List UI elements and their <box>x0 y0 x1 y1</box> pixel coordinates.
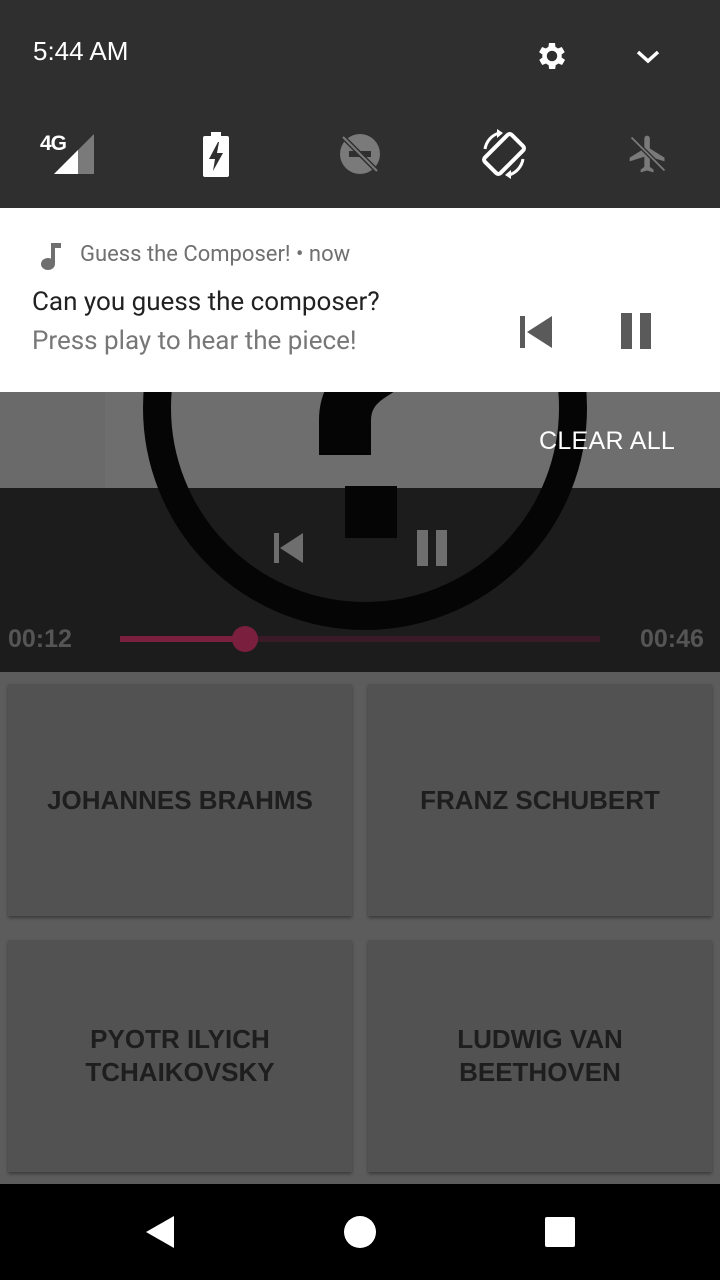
nav-home-button[interactable] <box>328 1200 392 1264</box>
answer-button-beethoven[interactable]: LUDWIG VAN BEETHOVEN <box>368 940 712 1172</box>
player-pause-button[interactable] <box>412 527 452 569</box>
notification-pause-button[interactable] <box>612 306 660 356</box>
qs-tile-airplane-mode[interactable] <box>624 130 672 178</box>
qs-tile-auto-rotate[interactable] <box>476 126 532 182</box>
player-previous-button[interactable] <box>268 528 308 568</box>
seek-bar-progress <box>120 636 245 642</box>
clear-all-button[interactable]: CLEAR ALL <box>539 427 675 456</box>
elapsed-time: 00:12 <box>8 625 72 653</box>
network-type-label: 4G <box>40 132 67 155</box>
back-icon <box>146 1216 174 1248</box>
qs-tile-do-not-disturb[interactable] <box>336 130 384 178</box>
seek-bar[interactable] <box>120 636 600 642</box>
skip-previous-icon <box>274 533 303 563</box>
qs-tile-battery[interactable] <box>196 130 236 180</box>
nav-recents-button[interactable] <box>528 1200 592 1264</box>
expand-button[interactable] <box>628 38 668 74</box>
battery-charging-icon <box>203 132 229 177</box>
seek-bar-thumb[interactable] <box>231 626 258 652</box>
player-panel <box>0 488 720 672</box>
nav-back-button[interactable] <box>128 1200 192 1264</box>
notification-previous-button[interactable] <box>512 308 560 356</box>
status-clock: 5:44 AM <box>33 36 129 66</box>
settings-button[interactable] <box>532 36 572 76</box>
pause-icon <box>417 530 447 566</box>
total-time: 00:46 <box>640 625 704 653</box>
auto-rotate-icon <box>482 129 526 179</box>
music-note-icon <box>36 240 64 272</box>
skip-previous-icon <box>520 316 552 348</box>
do-not-disturb-off-icon <box>340 134 380 174</box>
answer-button-brahms[interactable]: JOHANNES BRAHMS <box>8 684 352 916</box>
chevron-down-icon <box>636 50 660 64</box>
answer-button-tchaikovsky[interactable]: PYOTR ILYICH TCHAIKOVSKY <box>8 940 352 1172</box>
recents-icon <box>545 1217 575 1247</box>
answer-button-schubert[interactable]: FRANZ SCHUBERT <box>368 684 712 916</box>
gear-icon <box>539 42 566 70</box>
pause-icon <box>621 313 651 349</box>
home-icon <box>344 1216 376 1248</box>
notification-title: Can you guess the composer? <box>32 287 380 317</box>
airplane-icon <box>629 135 667 173</box>
notification-app-name: Guess the Composer! • now <box>80 242 351 267</box>
notification-text: Press play to hear the piece! <box>32 326 357 356</box>
